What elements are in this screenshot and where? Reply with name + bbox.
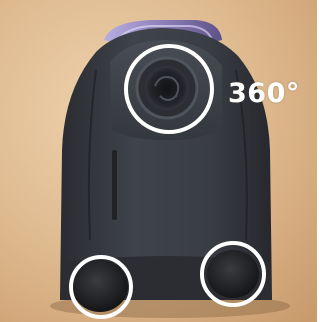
rotation-degree-label: 360° <box>228 78 300 109</box>
side-slot <box>112 150 117 220</box>
hose-port-opening <box>145 66 189 110</box>
product-photo: 360° <box>0 0 317 322</box>
vacuum-photo-illustration <box>0 0 317 322</box>
right-wheel <box>207 250 259 298</box>
